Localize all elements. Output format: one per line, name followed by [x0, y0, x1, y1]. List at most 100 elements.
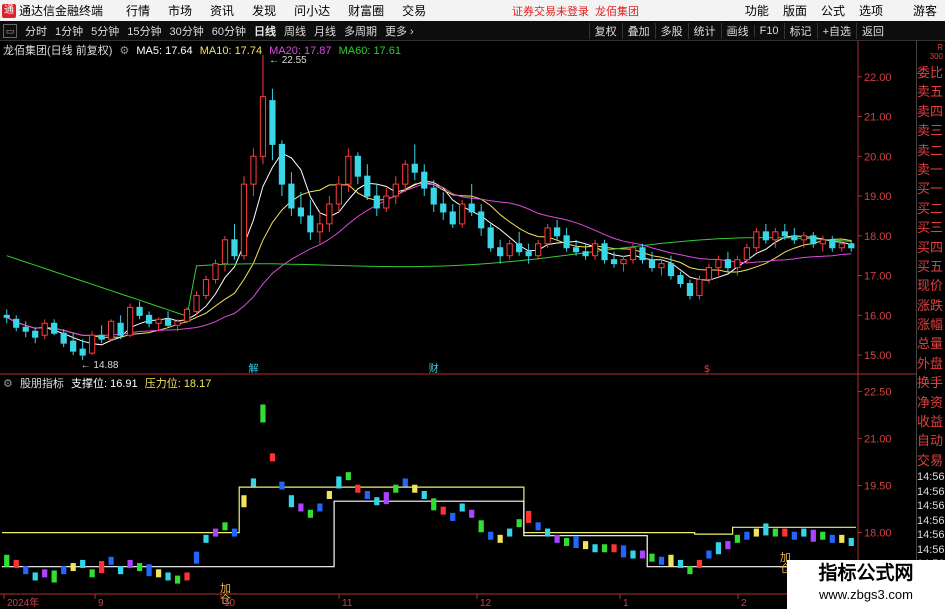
side-item[interactable]: 交易: [917, 451, 945, 470]
kline-chart[interactable]: ← 22.55← 14.88 加仓加仓 15.0016.0017.0018.00…: [0, 41, 916, 609]
candle-body[interactable]: [51, 322, 58, 334]
menu-ask[interactable]: 问小达: [285, 2, 339, 19]
candle-body[interactable]: [297, 207, 305, 217]
side-item[interactable]: 总量: [917, 334, 945, 353]
candle-body[interactable]: [108, 320, 115, 340]
candle-body[interactable]: [838, 243, 845, 249]
candle-body[interactable]: [13, 318, 20, 328]
candle-body[interactable]: [221, 239, 229, 265]
candle-body[interactable]: [753, 231, 760, 249]
period-1min[interactable]: 1分钟: [51, 23, 87, 39]
candle-body[interactable]: [572, 247, 580, 253]
side-item[interactable]: 自动: [917, 431, 945, 450]
tool-back[interactable]: 返回: [856, 23, 889, 39]
candle-body[interactable]: [269, 100, 276, 145]
candle-body[interactable]: [535, 243, 542, 257]
candle-body[interactable]: [3, 314, 10, 318]
candle-body[interactable]: [848, 243, 855, 249]
candle-body[interactable]: [829, 239, 836, 249]
login-notice[interactable]: 证券交易未登录 龙佰集团: [512, 3, 639, 19]
candle-body[interactable]: [743, 247, 750, 261]
candle-body[interactable]: [288, 183, 295, 209]
tool-statistics[interactable]: 统计: [687, 23, 721, 39]
candle-body[interactable]: [98, 334, 105, 340]
period-weekly[interactable]: 周线: [280, 23, 310, 39]
side-item[interactable]: 涨跌: [917, 296, 945, 315]
side-item[interactable]: 卖三: [917, 121, 945, 140]
period-daily[interactable]: 日线: [250, 23, 280, 39]
candle-body[interactable]: [117, 322, 124, 336]
menu-function[interactable]: 功能: [738, 2, 776, 19]
candle-body[interactable]: [800, 235, 807, 241]
candle-body[interactable]: [610, 259, 618, 265]
menu-news[interactable]: 资讯: [201, 2, 243, 19]
period-more[interactable]: 更多 ›: [381, 23, 418, 39]
candle-body[interactable]: [145, 314, 153, 324]
candle-body[interactable]: [506, 243, 513, 257]
candle-body[interactable]: [193, 294, 200, 312]
candle-body[interactable]: [259, 96, 267, 157]
menu-layout[interactable]: 版面: [776, 2, 814, 19]
candle-body[interactable]: [449, 211, 456, 225]
side-item[interactable]: 涨幅: [917, 315, 945, 334]
candle-body[interactable]: [516, 243, 523, 253]
candle-body[interactable]: [591, 243, 599, 257]
menu-options[interactable]: 选项: [852, 2, 890, 19]
candle-body[interactable]: [278, 143, 286, 185]
candle-body[interactable]: [307, 215, 314, 233]
candle-body[interactable]: [79, 348, 86, 356]
side-item[interactable]: 买二: [917, 199, 945, 218]
candle-body[interactable]: [705, 267, 713, 281]
menu-formula[interactable]: 公式: [814, 2, 852, 19]
tool-adjust[interactable]: 复权: [588, 23, 622, 39]
candle-body[interactable]: [240, 183, 248, 257]
period-30min[interactable]: 30分钟: [166, 23, 208, 39]
tool-mark[interactable]: 标记: [783, 23, 817, 39]
candle-body[interactable]: [430, 187, 437, 205]
candle-body[interactable]: [667, 263, 675, 277]
candle-body[interactable]: [686, 283, 694, 296]
candle-body[interactable]: [335, 183, 342, 205]
candle-body[interactable]: [629, 247, 637, 261]
candle-body[interactable]: [174, 320, 181, 326]
candle-body[interactable]: [468, 203, 475, 213]
candle-body[interactable]: [421, 171, 428, 189]
candle-body[interactable]: [487, 227, 494, 249]
candle-body[interactable]: [639, 247, 646, 261]
candle-body[interactable]: [89, 334, 96, 354]
side-item[interactable]: 换手: [917, 373, 945, 392]
side-item[interactable]: 买五: [917, 257, 945, 276]
side-item[interactable]: 外盘: [917, 354, 945, 373]
candle-body[interactable]: [411, 163, 418, 173]
candle-body[interactable]: [136, 306, 143, 316]
candle-body[interactable]: [459, 203, 466, 225]
sub-settings-icon[interactable]: ⚙: [3, 378, 13, 390]
candle-body[interactable]: [364, 175, 371, 197]
candle-body[interactable]: [648, 259, 656, 269]
tool-draw[interactable]: 画线: [720, 23, 754, 39]
candle-body[interactable]: [724, 259, 732, 269]
candle-body[interactable]: [392, 183, 399, 197]
candle-body[interactable]: [658, 263, 665, 269]
candle-body[interactable]: [212, 263, 219, 281]
candle-body[interactable]: [22, 326, 29, 332]
candle-body[interactable]: [772, 231, 779, 241]
period-60min[interactable]: 60分钟: [208, 23, 250, 39]
candle-body[interactable]: [250, 155, 257, 185]
side-item[interactable]: 卖四: [917, 102, 945, 121]
candle-body[interactable]: [563, 235, 570, 249]
side-item[interactable]: 买四: [917, 238, 945, 257]
guest-button[interactable]: 游客: [906, 2, 945, 19]
period-multi[interactable]: 多周期: [340, 23, 381, 39]
candle-body[interactable]: [345, 155, 352, 185]
period-5min[interactable]: 5分钟: [87, 23, 123, 39]
side-item[interactable]: 卖二: [917, 141, 945, 160]
candle-body[interactable]: [620, 259, 627, 265]
side-item[interactable]: 现价: [917, 276, 945, 295]
side-item[interactable]: 卖五: [917, 82, 945, 101]
menu-wealth[interactable]: 财富圈: [339, 2, 393, 19]
candle-body[interactable]: [478, 211, 485, 229]
menu-trade[interactable]: 交易: [393, 2, 435, 19]
candle-body[interactable]: [553, 227, 561, 237]
candle-body[interactable]: [383, 195, 390, 209]
